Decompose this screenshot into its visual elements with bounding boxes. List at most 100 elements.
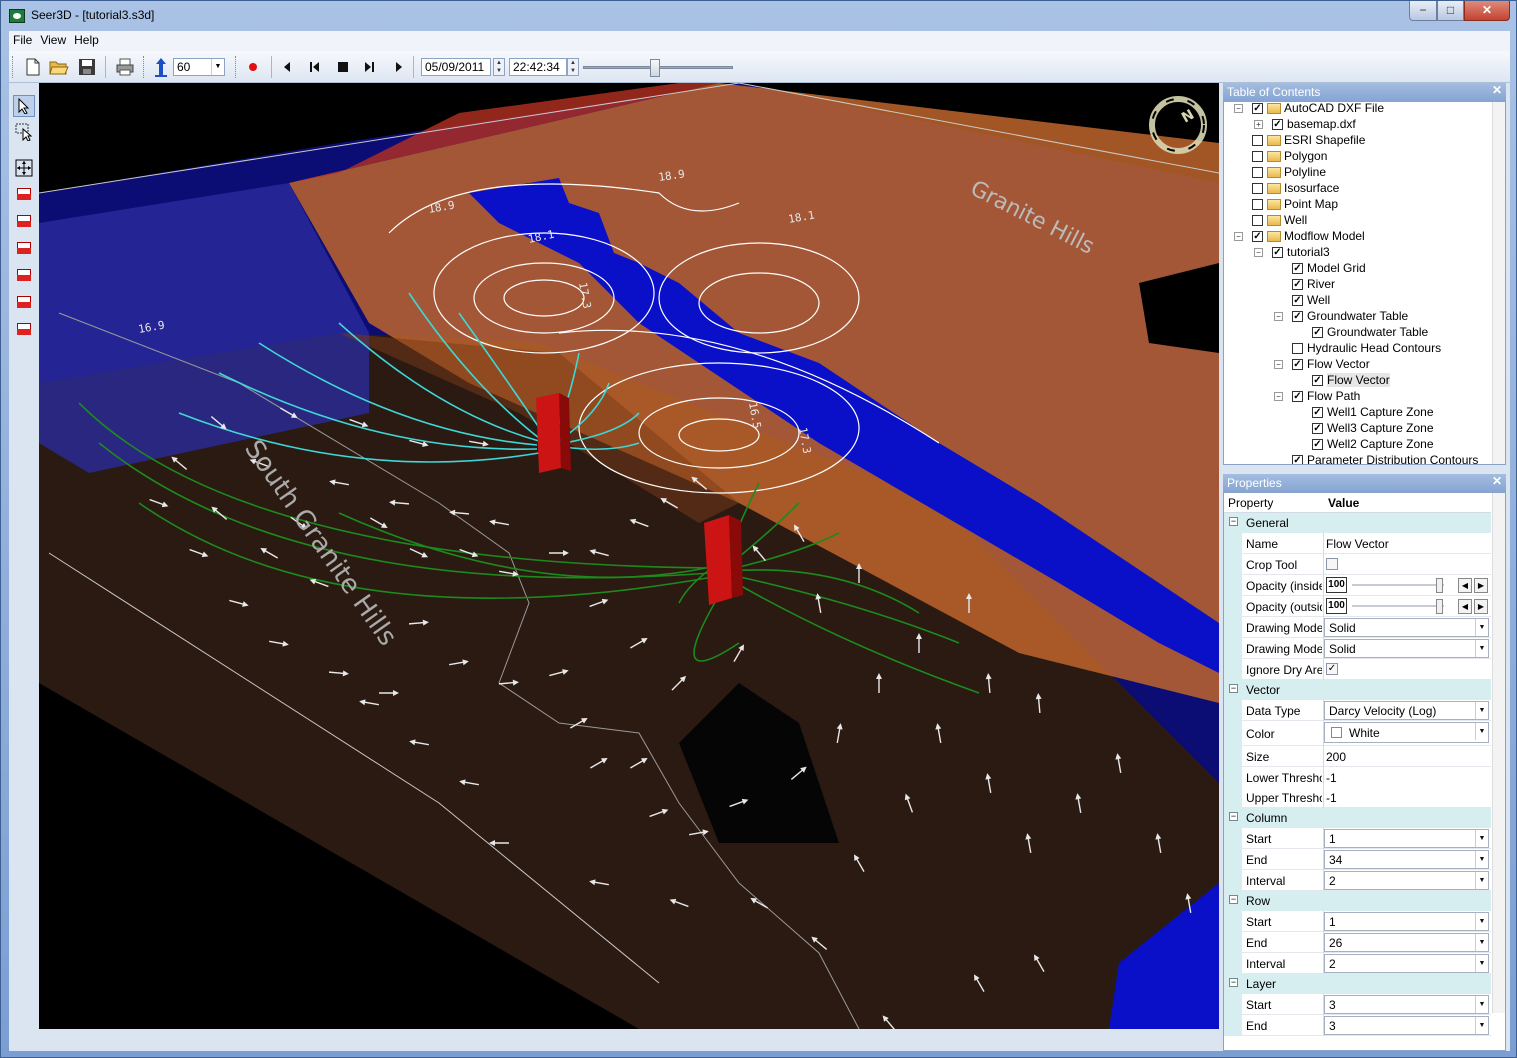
toc-checkbox[interactable]: ✓ — [1312, 406, 1323, 418]
column-start-dropdown[interactable]: 1 ▼ — [1324, 829, 1489, 848]
view-cube-bottom-icon[interactable] — [13, 318, 35, 340]
time-field[interactable]: 22:42:34 — [509, 58, 567, 76]
toc-checkbox[interactable]: ✓ — [1312, 326, 1323, 338]
zoom-extents-icon[interactable] — [13, 157, 35, 179]
opacity-outside-value[interactable]: 100 — [1326, 598, 1347, 614]
toc-checkbox[interactable] — [1252, 150, 1263, 162]
row-end-dropdown[interactable]: 26 ▼ — [1324, 933, 1489, 952]
toc-item[interactable]: Well — [1252, 212, 1307, 228]
properties-close-icon[interactable]: ✕ — [1492, 474, 1502, 488]
toc-item[interactable]: Polygon — [1252, 148, 1327, 164]
view-cube-right-icon[interactable] — [13, 264, 35, 286]
toc-item[interactable]: ✓ Well1 Capture Zone — [1312, 404, 1434, 420]
select-arrow-icon[interactable] — [13, 95, 35, 117]
category-vector[interactable]: − Vector — [1224, 680, 1491, 700]
opacity-inside-increase[interactable]: ▶ — [1474, 578, 1488, 593]
box-select-icon[interactable] — [13, 121, 35, 143]
layer-start-dropdown[interactable]: 3 ▼ — [1324, 995, 1489, 1014]
category-row[interactable]: − Row — [1224, 891, 1491, 911]
toc-item[interactable]: − ✓ Modflow Model — [1234, 228, 1365, 244]
size-value[interactable]: 200 — [1326, 750, 1346, 764]
toc-item[interactable]: ESRI Shapefile — [1252, 132, 1365, 148]
opacity-outside-thumb[interactable] — [1436, 599, 1443, 614]
toc-checkbox[interactable] — [1252, 182, 1263, 194]
upper-threshold-value[interactable]: -1 — [1326, 791, 1337, 805]
well-1[interactable] — [536, 393, 571, 473]
toc-item[interactable]: − ✓ AutoCAD DXF File — [1234, 102, 1384, 116]
toc-checkbox[interactable]: ✓ — [1292, 262, 1303, 274]
toc-checkbox[interactable]: ✓ — [1272, 118, 1283, 130]
tree-expander-icon[interactable]: + — [1254, 119, 1263, 129]
toc-checkbox[interactable]: ✓ — [1252, 102, 1263, 114]
column-end-dropdown[interactable]: 34 ▼ — [1324, 850, 1489, 869]
toc-checkbox[interactable]: ✓ — [1292, 454, 1303, 464]
toc-item[interactable]: + ✓ basemap.dxf — [1254, 116, 1356, 132]
toc-item[interactable]: Hydraulic Head Contours — [1292, 340, 1441, 356]
play-icon[interactable] — [389, 57, 409, 77]
menu-view[interactable]: View — [36, 31, 70, 47]
toc-scrollbar[interactable] — [1492, 102, 1505, 464]
lower-threshold-value[interactable]: -1 — [1326, 771, 1337, 785]
toc-checkbox[interactable]: ✓ — [1312, 374, 1323, 386]
open-folder-icon[interactable] — [49, 57, 69, 77]
toc-checkbox[interactable] — [1292, 342, 1303, 354]
toc-item[interactable]: ✓ Well2 Capture Zone — [1312, 436, 1434, 452]
toolbar-grip[interactable] — [12, 56, 15, 78]
properties-scrollbar[interactable] — [1492, 493, 1505, 1013]
toc-item[interactable]: − ✓ Groundwater Table — [1274, 308, 1408, 324]
ignore-dry-checkbox[interactable]: ✓ — [1326, 663, 1338, 675]
tree-expander-icon[interactable]: − — [1234, 231, 1243, 241]
column-interval-dropdown[interactable]: 2 ▼ — [1324, 871, 1489, 890]
toc-item[interactable]: ✓ Groundwater Table — [1312, 324, 1428, 340]
date-spinner[interactable]: ▲ ▼ — [493, 58, 505, 76]
tree-expander-icon[interactable]: − — [1234, 103, 1243, 113]
well-2[interactable] — [704, 515, 743, 605]
toc-checkbox[interactable]: ✓ — [1272, 246, 1283, 258]
skip-start-icon[interactable] — [277, 57, 297, 77]
opacity-inside-decrease[interactable]: ◀ — [1458, 578, 1472, 593]
print-icon[interactable] — [115, 57, 135, 77]
chevron-down-icon[interactable]: ▼ — [211, 59, 224, 75]
prop-name-value[interactable]: Flow Vector — [1326, 537, 1389, 551]
toc-checkbox[interactable]: ✓ — [1292, 358, 1303, 370]
save-icon[interactable] — [77, 57, 97, 77]
view-cube-top-icon[interactable] — [13, 291, 35, 313]
close-button[interactable]: ✕ — [1464, 1, 1510, 21]
minimize-button[interactable]: − — [1409, 1, 1437, 21]
toc-checkbox[interactable]: ✓ — [1292, 278, 1303, 290]
date-field[interactable]: 05/09/2011 — [421, 58, 491, 76]
opacity-outside-increase[interactable]: ▶ — [1474, 599, 1488, 614]
scene-canvas[interactable]: 18.9 18.1 18.9 18.1 17.3 16.5 17.3 16.9 — [39, 83, 1219, 1029]
record-icon[interactable] — [243, 57, 263, 77]
tree-expander-icon[interactable]: − — [1274, 311, 1283, 321]
view-cube-front-icon[interactable] — [13, 183, 35, 205]
opacity-inside-thumb[interactable] — [1436, 578, 1443, 593]
tree-expander-icon[interactable]: − — [1274, 391, 1283, 401]
toc-item[interactable]: ✓ Flow Vector — [1312, 372, 1390, 388]
opacity-inside-value[interactable]: 100 — [1326, 577, 1347, 593]
tree-expander-icon[interactable]: − — [1274, 359, 1283, 369]
crop-tool-checkbox[interactable] — [1326, 558, 1338, 570]
layer-end-dropdown[interactable]: 3 ▼ — [1324, 1016, 1489, 1035]
step-forward-icon[interactable] — [359, 57, 379, 77]
menu-file[interactable]: File — [9, 31, 36, 47]
toc-checkbox[interactable] — [1252, 134, 1263, 146]
toc-item[interactable]: Isosurface — [1252, 180, 1339, 196]
toc-checkbox[interactable] — [1252, 198, 1263, 210]
toc-item[interactable]: Polyline — [1252, 164, 1326, 180]
stop-icon[interactable] — [333, 57, 353, 77]
toc-checkbox[interactable]: ✓ — [1292, 294, 1303, 306]
time-spinner[interactable]: ▲ ▼ — [567, 58, 579, 76]
toc-item[interactable]: ✓ Model Grid — [1292, 260, 1366, 276]
drawing-mode-1-dropdown[interactable]: Solid ▼ — [1324, 618, 1489, 637]
category-layer[interactable]: − Layer — [1224, 974, 1491, 994]
toc-item[interactable]: ✓ Well — [1292, 292, 1330, 308]
toc-item[interactable]: ✓ Well3 Capture Zone — [1312, 420, 1434, 436]
color-dropdown[interactable]: White ▼ — [1324, 722, 1489, 743]
toc-item[interactable]: Point Map — [1252, 196, 1338, 212]
toc-item[interactable]: ✓ River — [1292, 276, 1335, 292]
view-cube-left-icon[interactable] — [13, 237, 35, 259]
toc-checkbox[interactable]: ✓ — [1292, 310, 1303, 322]
speed-combo[interactable]: 60 ▼ — [173, 58, 225, 76]
row-interval-dropdown[interactable]: 2 ▼ — [1324, 954, 1489, 973]
